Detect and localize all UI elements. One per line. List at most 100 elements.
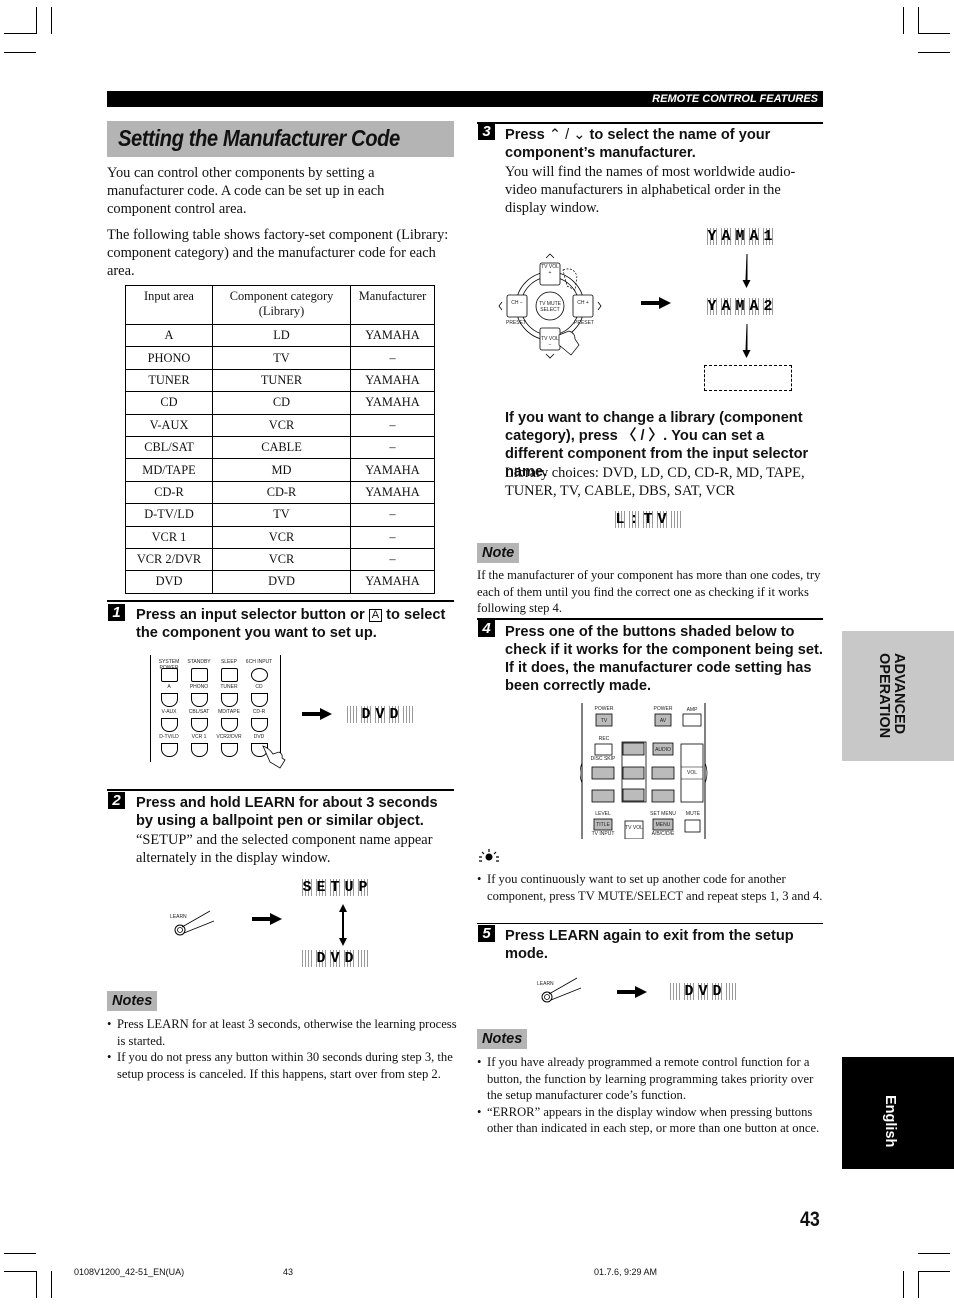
table-cell: V-AUX <box>125 413 213 437</box>
step-divider <box>477 923 823 924</box>
table-cell: YAMAHA <box>350 480 435 505</box>
note-item: If you do not press any button within 30… <box>107 1049 457 1082</box>
lcd-character: D <box>344 950 354 967</box>
lcd-character <box>302 950 312 967</box>
lcd-character: : <box>629 511 639 528</box>
remote-button <box>191 743 208 757</box>
footer-timestamp: 01.7.6, 9:29 AM <box>594 1267 658 1277</box>
lcd-character: M <box>735 298 745 315</box>
lcd-character: D <box>316 950 326 967</box>
table-cell: – <box>350 346 435 370</box>
remote-button <box>191 718 208 732</box>
note-item: “ERROR” appears in the display window wh… <box>477 1104 823 1137</box>
column-header: Input area <box>125 285 213 325</box>
table-cell: MD <box>212 458 351 482</box>
crop-mark <box>918 1253 950 1254</box>
note-text: If the manufacturer of your component ha… <box>477 568 821 615</box>
crop-mark <box>36 7 37 34</box>
up-down-keys-icon: ⌃ / ⌄ <box>548 127 586 143</box>
lcd-character: U <box>344 879 354 896</box>
table-row: V-AUX VCR – <box>125 413 435 437</box>
page-number: 43 <box>800 1208 820 1231</box>
table-row: VCR 2/DVR VCR – <box>125 547 435 572</box>
lcd-character <box>403 706 413 723</box>
table-row: A LD YAMAHA <box>125 323 435 348</box>
column-header: Component category (Library) <box>212 285 351 325</box>
footer-file: 0108V1200_42-51_EN(UA) <box>74 1267 185 1277</box>
remote-button-label: 6CH INPUT <box>245 659 273 665</box>
lcd-display: DVD <box>347 706 413 723</box>
table-row: PHONO TV – <box>125 346 435 370</box>
lcd-character: V <box>375 706 385 723</box>
remote-button-label: CBL/SAT <box>188 709 210 715</box>
lcd-character: P <box>358 879 368 896</box>
table-cell: DVD <box>212 570 351 594</box>
lcd-character: A <box>721 298 731 315</box>
crop-mark <box>4 33 36 34</box>
crop-mark <box>918 52 950 53</box>
step-3-heading: Press ⌃ / ⌄ to select the name of your c… <box>505 127 771 161</box>
remote-button <box>191 693 208 707</box>
table-cell: A <box>125 323 213 348</box>
remote-button-label: A <box>167 684 171 690</box>
right-arrow-icon <box>302 708 332 720</box>
lcd-character: M <box>735 228 745 245</box>
remote-button-label: PHONO <box>189 684 209 690</box>
manufacturer-table: Input area Component category (Library) … <box>125 285 435 594</box>
right-arrow-icon <box>252 913 282 925</box>
remote-button-label: VCR 1 <box>191 734 207 740</box>
next-display-placeholder <box>704 365 792 391</box>
notes-label: Notes <box>477 1029 528 1049</box>
lcd-character: 1 <box>763 228 773 245</box>
remote-input-selector-illustration: SYSTEM POWER STANDBY SLEEP 6CH INPUT A PHONO T… <box>150 655 286 769</box>
pointing-hand-icon <box>262 745 286 769</box>
remote-button <box>161 743 178 757</box>
learn-button-illustration: LEARN <box>535 972 585 1004</box>
lcd-character: V <box>330 950 340 967</box>
table-cell: VCR <box>212 547 351 572</box>
table-cell: YAMAHA <box>350 391 435 415</box>
note-item: If you have already programmed a remote … <box>477 1054 823 1104</box>
lcd-display: L:TV <box>615 511 681 528</box>
lcd-character: D <box>684 983 694 1000</box>
step-divider <box>477 618 823 620</box>
remote-button <box>251 693 268 707</box>
step-divider <box>477 122 823 124</box>
remote-button-label: CD <box>255 684 263 690</box>
table-cell: TUNER <box>212 368 351 393</box>
step-5-heading: Press LEARN again to exit from the setup… <box>505 928 794 962</box>
lcd-character: 2 <box>763 298 773 315</box>
remote-button-label: DVD <box>253 734 265 740</box>
table-cell: D-TV/LD <box>125 503 213 527</box>
intro-paragraph: The following table shows factory-set co… <box>107 227 449 280</box>
table-cell: VCR 1 <box>125 525 213 549</box>
lcd-character: A <box>721 228 731 245</box>
step-number: 2 <box>108 792 125 809</box>
table-cell: CABLE <box>212 435 351 460</box>
remote-cursor-illustration: TV VOL + TV VOL − CH − CH + TV MUTE SELE… <box>497 250 607 360</box>
lcd-character: T <box>330 879 340 896</box>
table-row: DVD DVD YAMAHA <box>125 570 435 594</box>
remote-button <box>191 668 208 682</box>
lcd-character: T <box>643 511 653 528</box>
table-cell: VCR <box>212 413 351 437</box>
right-arrow-icon <box>617 986 647 998</box>
learn-button-illustration: LEARN <box>168 905 218 937</box>
crop-mark <box>51 1271 52 1298</box>
lcd-character <box>671 511 681 528</box>
remote-button-label: D-TV/LD <box>159 734 179 740</box>
down-arrow-icon <box>742 254 751 288</box>
crop-mark <box>918 7 919 34</box>
lcd-character: Y <box>707 298 717 315</box>
remote-button-label: STANDBY <box>187 659 211 665</box>
table-row: D-TV/LD TV – <box>125 503 435 527</box>
notes-list: If you have already programmed a remote … <box>477 1054 823 1137</box>
notes-label: Notes <box>107 991 158 1011</box>
table-cell: TV <box>212 346 351 370</box>
crop-mark <box>4 1271 36 1272</box>
lcd-character <box>726 983 736 1000</box>
lcd-display: YAMA2 <box>707 298 773 315</box>
remote-button-label: VCR2/DVR <box>216 734 242 740</box>
remote-button <box>221 668 238 682</box>
crop-mark <box>4 1253 36 1254</box>
